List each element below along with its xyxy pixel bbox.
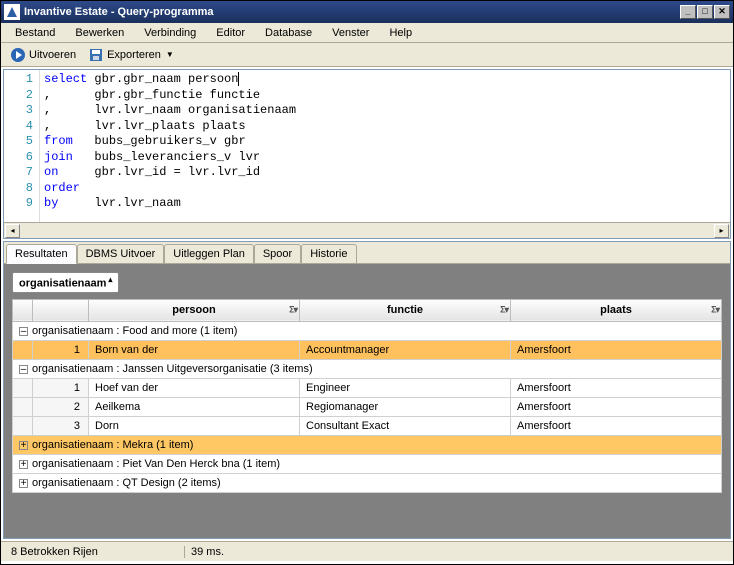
menu-help[interactable]: Help <box>379 25 422 41</box>
table-row[interactable]: 1Born van derAccountmanagerAmersfoort <box>13 340 722 359</box>
cell-persoon: Born van der <box>89 340 300 359</box>
groupby-chip[interactable]: organisatienaam▴ <box>12 272 119 293</box>
group-row[interactable]: –organisatienaam : Janssen Uitgeversorga… <box>13 359 722 378</box>
group-toggle-icon[interactable]: + <box>19 479 28 488</box>
app-icon <box>4 4 20 20</box>
results-grid-area: organisatienaam▴ persoonΣ▾ functieΣ▾ pla… <box>4 264 730 538</box>
menu-editor[interactable]: Editor <box>206 25 255 41</box>
export-button[interactable]: Exporteren ▼ <box>83 45 179 65</box>
results-tabstrip: Resultaten DBMS Uitvoer Uitleggen Plan S… <box>4 242 730 264</box>
row-toggle-cell <box>13 397 33 416</box>
scroll-left-button[interactable]: ◂ <box>5 224 20 238</box>
table-row[interactable]: 1Hoef van derEngineerAmersfoort <box>13 378 722 397</box>
cell-plaats: Amersfoort <box>511 340 722 359</box>
save-icon <box>88 47 104 63</box>
maximize-button[interactable]: □ <box>697 5 713 19</box>
cell-persoon: Dorn <box>89 416 300 435</box>
cell-plaats: Amersfoort <box>511 397 722 416</box>
group-row[interactable]: +organisatienaam : Mekra (1 item) <box>13 435 722 454</box>
cell-plaats: Amersfoort <box>511 416 722 435</box>
group-row[interactable]: –organisatienaam : Food and more (1 item… <box>13 321 722 340</box>
group-row[interactable]: +organisatienaam : Piet Van Den Herck bn… <box>13 454 722 473</box>
group-toggle-icon[interactable]: – <box>19 327 28 336</box>
play-icon <box>10 47 26 63</box>
tab-spoor[interactable]: Spoor <box>254 244 301 263</box>
code-area[interactable]: select gbr.gbr_naam persoon, gbr.gbr_fun… <box>40 70 730 222</box>
row-toggle-cell <box>13 378 33 397</box>
editor-scrollbar-horizontal[interactable]: ◂ ▸ <box>4 222 730 238</box>
cell-persoon: Aeilkema <box>89 397 300 416</box>
header-rownum <box>33 299 89 321</box>
cell-functie: Accountmanager <box>300 340 511 359</box>
status-bar: 8 Betrokken Rijen 39 ms. <box>1 541 733 561</box>
sql-editor-panel: 123456789 select gbr.gbr_naam persoon, g… <box>3 69 731 239</box>
header-persoon[interactable]: persoonΣ▾ <box>89 299 300 321</box>
export-label: Exporteren <box>107 49 161 61</box>
chevron-down-icon: ▼ <box>166 50 174 59</box>
menu-bestand[interactable]: Bestand <box>5 25 65 41</box>
title-bar: Invantive Estate - Query-programma _ □ ✕ <box>1 1 733 23</box>
column-tools-icon[interactable]: Σ▾ <box>500 305 508 316</box>
status-rowcount: 8 Betrokken Rijen <box>5 546 185 558</box>
row-number-cell: 1 <box>33 378 89 397</box>
column-tools-icon[interactable]: Σ▾ <box>289 305 297 316</box>
tab-uitleggen-plan[interactable]: Uitleggen Plan <box>164 244 254 263</box>
tab-resultaten[interactable]: Resultaten <box>6 244 77 264</box>
row-number-cell: 1 <box>33 340 89 359</box>
table-row[interactable]: 3DornConsultant ExactAmersfoort <box>13 416 722 435</box>
cell-functie: Engineer <box>300 378 511 397</box>
execute-button[interactable]: Uitvoeren <box>5 45 81 65</box>
toolbar: Uitvoeren Exporteren ▼ <box>1 43 733 67</box>
cell-persoon: Hoef van der <box>89 378 300 397</box>
row-number-cell: 3 <box>33 416 89 435</box>
menu-database[interactable]: Database <box>255 25 322 41</box>
group-row[interactable]: +organisatienaam : QT Design (2 items) <box>13 473 722 492</box>
menu-bar: Bestand Bewerken Verbinding Editor Datab… <box>1 23 733 43</box>
close-button[interactable]: ✕ <box>714 5 730 19</box>
header-functie[interactable]: functieΣ▾ <box>300 299 511 321</box>
sort-asc-icon: ▴ <box>108 275 112 284</box>
group-toggle-icon[interactable]: – <box>19 365 28 374</box>
row-toggle-cell <box>13 340 33 359</box>
tab-dbms-uitvoer[interactable]: DBMS Uitvoer <box>77 244 165 263</box>
group-toggle-icon[interactable]: + <box>19 460 28 469</box>
line-gutter: 123456789 <box>4 70 40 222</box>
cell-plaats: Amersfoort <box>511 378 722 397</box>
scroll-right-button[interactable]: ▸ <box>714 224 729 238</box>
header-toggle <box>13 299 33 321</box>
menu-venster[interactable]: Venster <box>322 25 379 41</box>
menu-bewerken[interactable]: Bewerken <box>65 25 134 41</box>
group-toggle-icon[interactable]: + <box>19 441 28 450</box>
window-title: Invantive Estate - Query-programma <box>24 6 680 18</box>
cell-functie: Regiomanager <box>300 397 511 416</box>
cell-functie: Consultant Exact <box>300 416 511 435</box>
sql-editor[interactable]: 123456789 select gbr.gbr_naam persoon, g… <box>4 70 730 222</box>
menu-verbinding[interactable]: Verbinding <box>134 25 206 41</box>
minimize-button[interactable]: _ <box>680 5 696 19</box>
results-grid[interactable]: persoonΣ▾ functieΣ▾ plaatsΣ▾ –organisati… <box>12 299 722 493</box>
tab-historie[interactable]: Historie <box>301 244 356 263</box>
execute-label: Uitvoeren <box>29 49 76 61</box>
header-plaats[interactable]: plaatsΣ▾ <box>511 299 722 321</box>
column-tools-icon[interactable]: Σ▾ <box>711 305 719 316</box>
table-row[interactable]: 2AeilkemaRegiomanagerAmersfoort <box>13 397 722 416</box>
groupby-label: organisatienaam <box>19 278 106 290</box>
row-number-cell: 2 <box>33 397 89 416</box>
status-time: 39 ms. <box>185 546 230 558</box>
row-toggle-cell <box>13 416 33 435</box>
grid-header-row: persoonΣ▾ functieΣ▾ plaatsΣ▾ <box>13 299 722 321</box>
results-panel: Resultaten DBMS Uitvoer Uitleggen Plan S… <box>3 241 731 539</box>
